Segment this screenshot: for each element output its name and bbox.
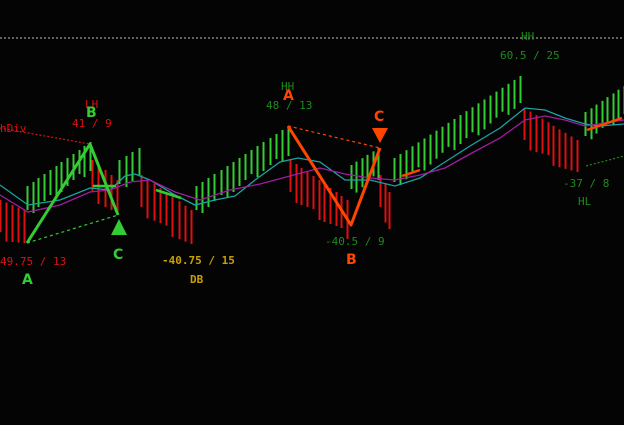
- label-hh2: HH: [521, 30, 534, 43]
- label-hdiv: hDiv: [0, 122, 27, 135]
- label-point-a2: A: [283, 88, 294, 104]
- label-hl: HL: [578, 195, 592, 208]
- label-db: DB: [190, 273, 204, 286]
- price-chart: hDiv LH 41 / 9 B 49.75 / 13 A C -40.75 /…: [0, 30, 624, 288]
- triangle-up-icon: [111, 219, 127, 235]
- label-b2-value: -40.5 / 9: [325, 235, 385, 248]
- hl-dotted-line: [585, 155, 624, 167]
- pattern-orange-ac-dashed: [287, 125, 381, 149]
- label-point-b1: B: [86, 105, 97, 121]
- label-hl-value: -37 / 8: [563, 177, 609, 190]
- label-point-b2: B: [346, 252, 357, 268]
- label-db-value: -40.75 / 15: [162, 254, 235, 267]
- label-point-c1: C: [113, 247, 123, 263]
- label-point-c2: C: [374, 109, 384, 125]
- triangle-down-icon: [372, 128, 388, 143]
- label-point-a1: A: [22, 272, 33, 288]
- label-hh2-value: 60.5 / 25: [500, 49, 560, 62]
- label-a1-value: 49.75 / 13: [0, 255, 66, 268]
